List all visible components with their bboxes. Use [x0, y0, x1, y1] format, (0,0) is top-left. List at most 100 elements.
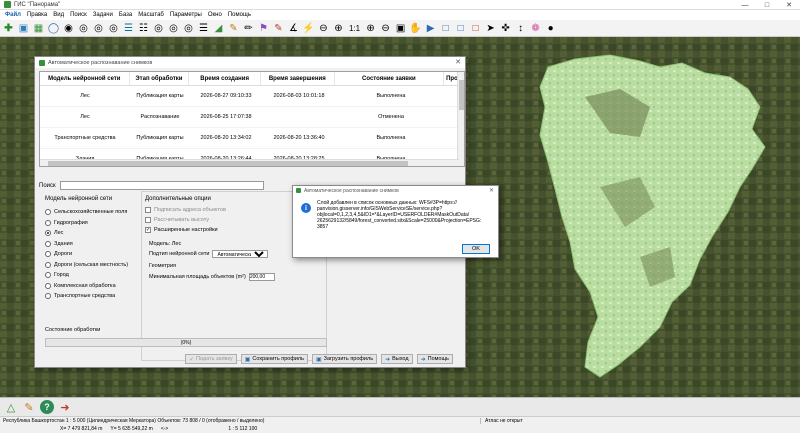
legend-icon[interactable]: ☷ — [137, 22, 150, 35]
column-header[interactable]: Этап обработки — [130, 72, 190, 85]
select-add-icon[interactable]: □ — [454, 22, 467, 35]
radio-roads[interactable]: Дороги — [45, 249, 128, 260]
calc-height-checkbox[interactable]: Рассчитывать высоту — [145, 215, 295, 225]
binoculars-icon[interactable]: ◎ — [77, 22, 90, 35]
radio-button[interactable] — [45, 272, 51, 279]
extended-settings-checkbox[interactable]: ✓ Расширенные настройки — [145, 225, 295, 235]
zoom-out-icon[interactable]: ⊖ — [317, 22, 330, 35]
binoculars-list-icon[interactable]: ◎ — [182, 22, 195, 35]
radio-button[interactable] — [45, 293, 51, 300]
radio-button[interactable] — [45, 261, 51, 268]
binoculars-filter-icon[interactable]: ◎ — [167, 22, 180, 35]
checkbox-box[interactable] — [145, 207, 151, 213]
layers-icon[interactable]: ☰ — [122, 22, 135, 35]
radio-button[interactable] — [45, 209, 51, 216]
checkbox-box[interactable] — [145, 217, 151, 223]
radio-button[interactable] — [45, 219, 51, 226]
radio-button[interactable] — [45, 251, 51, 258]
scroll-thumb[interactable] — [459, 80, 464, 110]
radio-complex-processing[interactable]: Комплексная обработка — [45, 281, 128, 292]
save-profile-button[interactable]: ▣ Сохранить профиль — [240, 354, 308, 364]
select-remove-icon[interactable]: □ — [469, 22, 482, 35]
exit-button[interactable]: ➜ Выход — [381, 354, 413, 364]
menu-edit[interactable]: Правка — [24, 10, 50, 20]
zoom-window-icon[interactable]: ⊕ — [364, 22, 377, 35]
radio-city[interactable]: Город — [45, 270, 128, 281]
column-header[interactable]: Время завершения — [261, 72, 335, 85]
table-row[interactable]: Лес Публикация карты 2026-08-27 09:10:33… — [40, 86, 464, 107]
binoculars-next-icon[interactable]: ◎ — [92, 22, 105, 35]
open-map-icon[interactable]: ▣ — [17, 22, 30, 35]
ok-button[interactable]: OK — [462, 244, 490, 254]
message-close-icon[interactable]: ✕ — [489, 187, 494, 194]
menu-scale[interactable]: Масштаб — [135, 10, 167, 20]
scroll-thumb[interactable] — [48, 161, 408, 166]
paint-layer-icon[interactable]: △ — [4, 400, 18, 414]
menu-search[interactable]: Поиск — [67, 10, 90, 20]
scale-1-1-button[interactable]: 1:1 — [347, 22, 362, 35]
table-row[interactable]: Транспортные средства Публикация карты 2… — [40, 128, 464, 149]
zoom-in-icon[interactable]: ⊕ — [332, 22, 345, 35]
radio-button[interactable] — [45, 240, 51, 247]
find-icon[interactable]: ◉ — [62, 22, 75, 35]
cursor-icon[interactable]: ➤ — [484, 22, 497, 35]
menu-view[interactable]: Вид — [50, 10, 67, 20]
search-input[interactable] — [59, 181, 264, 190]
subtype-select[interactable]: Автоматически — [212, 250, 269, 258]
radio-buildings[interactable]: Здания — [45, 239, 128, 250]
radio-button[interactable] — [45, 282, 51, 289]
submit-button[interactable]: ✓ Подать заявку — [185, 354, 237, 364]
menu-file[interactable]: Файл — [2, 10, 24, 20]
min-area-input[interactable] — [248, 273, 275, 281]
radio-button[interactable] — [45, 230, 51, 237]
exit-icon[interactable]: ➜ — [58, 400, 72, 414]
column-header[interactable]: Время создания — [189, 72, 261, 85]
minimize-icon[interactable]: — — [734, 0, 756, 10]
menu-help[interactable]: Помощь — [225, 10, 254, 20]
zoom-fit-icon[interactable]: ▣ — [394, 22, 407, 35]
list-icon[interactable]: ☰ — [197, 22, 210, 35]
menu-window[interactable]: Окно — [205, 10, 225, 20]
radio-hydrography[interactable]: Гидрография — [45, 218, 128, 229]
hand-icon[interactable]: ✋ — [409, 22, 422, 35]
catalog-icon[interactable]: ▦ — [32, 22, 45, 35]
brush-icon[interactable]: ✎ — [272, 22, 285, 35]
help-icon[interactable]: ? — [40, 400, 54, 414]
menu-parameters[interactable]: Параметры — [167, 10, 205, 20]
add-icon[interactable]: ✚ — [2, 22, 15, 35]
table-vertical-scrollbar[interactable] — [457, 72, 464, 166]
menu-tasks[interactable]: Задачи — [90, 10, 116, 20]
select-icon[interactable]: ▶ — [424, 22, 437, 35]
color-wheel-icon[interactable]: ❁ — [529, 22, 542, 35]
radio-rural-roads[interactable]: Дороги (сельская местность) — [45, 260, 128, 271]
paint-icon[interactable]: ● — [544, 22, 557, 35]
center-icon[interactable]: ✜ — [499, 22, 512, 35]
table-horizontal-scrollbar[interactable] — [40, 159, 459, 166]
column-header[interactable]: Состояние заявки — [335, 72, 445, 85]
maximize-icon[interactable]: □ — [756, 0, 778, 10]
select-area-icon[interactable]: □ — [439, 22, 452, 35]
radio-agricultural-fields[interactable]: Сельскохозяйственные поля — [45, 207, 128, 218]
radio-vehicles[interactable]: Транспортные средства — [45, 291, 128, 302]
chart-icon[interactable]: ◢ — [212, 22, 225, 35]
sign-addresses-checkbox[interactable]: Подписать адреса объектов — [145, 205, 295, 215]
zoom-prev-icon[interactable]: ⊖ — [379, 22, 392, 35]
bolt-icon[interactable]: ⚡ — [302, 22, 315, 35]
pencil-icon[interactable]: ✎ — [227, 22, 240, 35]
table-row[interactable]: Лес Распознавание 2026-08-25 17:07:38 От… — [40, 107, 464, 128]
edit-layer-icon[interactable]: ✎ — [22, 400, 36, 414]
dialog-close-icon[interactable]: ✕ — [455, 58, 461, 66]
checkmark-icon[interactable]: ✓ — [145, 227, 151, 233]
help-button[interactable]: ➜ Помощь — [416, 354, 453, 364]
binoculars-select-icon[interactable]: ◎ — [152, 22, 165, 35]
measure-icon[interactable]: ∡ — [287, 22, 300, 35]
arrows-icon[interactable]: ↕ — [514, 22, 527, 35]
binoculars-area-icon[interactable]: ◎ — [107, 22, 120, 35]
load-profile-button[interactable]: ▣ Загрузить профиль — [312, 354, 378, 364]
globe-icon[interactable]: ◯ — [47, 22, 60, 35]
column-header[interactable]: Модель нейронной сети — [40, 72, 130, 85]
menu-database[interactable]: База — [116, 10, 135, 20]
radio-forest[interactable]: Лес — [45, 228, 128, 239]
tag-icon[interactable]: ⚑ — [257, 22, 270, 35]
close-icon[interactable]: ✕ — [778, 0, 800, 10]
